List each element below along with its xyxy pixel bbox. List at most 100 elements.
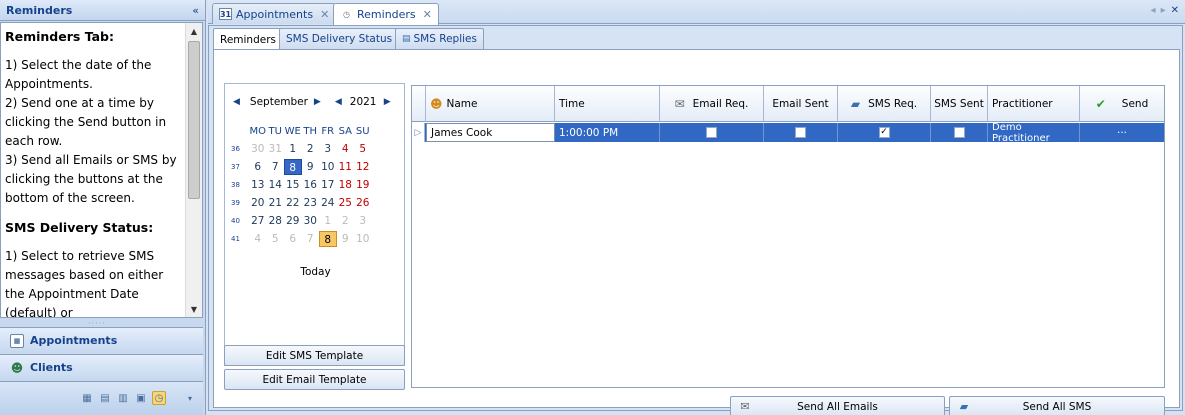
calendar-day[interactable]: 4	[249, 231, 267, 247]
cell-practitioner[interactable]: Demo Practitioner	[988, 122, 1080, 144]
calendar-day[interactable]: 30	[249, 141, 267, 157]
column-header-email-sent[interactable]: Email Sent	[764, 86, 838, 122]
cell-sms-req[interactable]: ✓	[838, 123, 931, 142]
calendar-day[interactable]: 6	[284, 231, 302, 247]
scroll-up-icon[interactable]: ▲	[186, 23, 202, 39]
page-icon[interactable]: ▤	[98, 391, 112, 405]
next-month-icon[interactable]: ▶	[314, 97, 321, 107]
calendar-day[interactable]: 4	[337, 141, 355, 157]
calendar-day[interactable]: 10	[354, 231, 372, 247]
calendar-day[interactable]: 20	[249, 195, 267, 211]
cell-name[interactable]: James Cook	[426, 123, 555, 142]
prev-month-icon[interactable]: ◀	[233, 97, 240, 107]
nav-clients-button[interactable]: ☻ Clients	[0, 354, 203, 380]
calendar-day[interactable]: 12	[354, 159, 372, 175]
calendar-day[interactable]: 7	[302, 231, 320, 247]
calendar-day[interactable]: 31	[267, 141, 285, 157]
person-icon: ☻	[430, 97, 443, 111]
scroll-right-icon[interactable]: ▸	[1161, 5, 1171, 16]
calendar-day-selected[interactable]: 8	[284, 159, 302, 175]
send-all-emails-button[interactable]: ✉ Send All Emails	[730, 396, 945, 415]
table-row[interactable]: ▷ James Cook 1:00:00 PM ✓ Demo Practitio…	[412, 122, 1164, 144]
calendar-day[interactable]: 2	[337, 213, 355, 229]
edit-sms-template-button[interactable]: Edit SMS Template	[224, 345, 405, 366]
schedule-icon[interactable]: ▣	[134, 391, 148, 405]
calendar-day[interactable]: 2	[302, 141, 320, 157]
main-area: 31 Appointments ✕ ◷ Reminders ✕ ◂▸✕ Remi…	[208, 0, 1185, 415]
help-scrollbar[interactable]: ▲ ▼	[185, 23, 202, 317]
calendar-day[interactable]: 29	[284, 213, 302, 229]
calendar-day[interactable]: 27	[249, 213, 267, 229]
close-icon[interactable]: ✕	[423, 8, 432, 21]
cell-time[interactable]: 1:00:00 PM	[555, 123, 660, 142]
calendar-day[interactable]: 11	[337, 159, 355, 175]
calendar-day[interactable]: 9	[337, 231, 355, 247]
cell-email-req[interactable]	[660, 123, 764, 142]
email-req-checkbox[interactable]	[706, 127, 717, 138]
send-all-sms-label: Send All SMS	[1022, 400, 1092, 413]
calendar-day[interactable]: 21	[267, 195, 285, 211]
tab-reminders-sub[interactable]: Reminders	[213, 28, 283, 50]
tab-appointments[interactable]: 31 Appointments ✕	[212, 3, 337, 24]
email-sent-checkbox[interactable]	[795, 127, 806, 138]
calendar-day[interactable]: 3	[354, 213, 372, 229]
column-header-email-req[interactable]: ✉ Email Req.	[660, 86, 764, 122]
calendar-day[interactable]: 13	[249, 177, 267, 193]
calendar-day[interactable]: 5	[267, 231, 285, 247]
next-year-icon[interactable]: ▶	[384, 97, 391, 107]
calendar-day[interactable]: 14	[267, 177, 285, 193]
tab-reminders[interactable]: ◷ Reminders ✕	[333, 3, 439, 25]
calendar-day[interactable]: 9	[302, 159, 320, 175]
calendar-day[interactable]: 26	[354, 195, 372, 211]
document-icon[interactable]: ▥	[116, 391, 130, 405]
calendar-day[interactable]: 5	[354, 141, 372, 157]
cell-sms-sent[interactable]	[931, 123, 988, 142]
calendar-day[interactable]: 19	[354, 177, 372, 193]
calendar-year: 2021	[349, 96, 377, 108]
send-row-button[interactable]: ···	[1080, 123, 1164, 142]
column-header-time[interactable]: Time	[555, 86, 660, 122]
scroll-left-icon[interactable]: ◂	[1151, 5, 1161, 16]
scroll-down-icon[interactable]: ▼	[186, 301, 202, 317]
close-icon[interactable]: ✕	[320, 8, 329, 21]
column-header-practitioner[interactable]: Practitioner	[988, 86, 1080, 122]
calendar-day[interactable]: 23	[302, 195, 320, 211]
collapse-pane-button[interactable]: «	[192, 4, 199, 17]
calendar-day[interactable]: 10	[319, 159, 337, 175]
column-header-sms-req[interactable]: ▰ SMS Req.	[838, 86, 931, 122]
sms-sent-checkbox[interactable]	[953, 127, 965, 138]
calendar-day[interactable]: 28	[267, 213, 285, 229]
reminder-icon[interactable]: ◷	[152, 391, 166, 405]
weekday-header: MO	[249, 125, 267, 137]
calendar-day[interactable]: 18	[337, 177, 355, 193]
edit-email-template-button[interactable]: Edit Email Template	[224, 369, 405, 390]
prev-year-icon[interactable]: ◀	[335, 97, 342, 107]
calendar-day[interactable]: 7	[267, 159, 285, 175]
tab-sms-delivery-status[interactable]: SMS Delivery Status	[279, 28, 400, 49]
column-header-name[interactable]: ☻ Name	[426, 86, 555, 122]
send-all-sms-button[interactable]: ▰ Send All SMS	[949, 396, 1165, 415]
calendar-day[interactable]: 16	[302, 177, 320, 193]
calendar-day[interactable]: 1	[319, 213, 337, 229]
calendar-day[interactable]: 17	[319, 177, 337, 193]
close-icon[interactable]: ✕	[1171, 5, 1179, 16]
column-header-sms-sent[interactable]: SMS Sent	[931, 86, 988, 122]
overflow-icon[interactable]: ▾	[183, 391, 197, 405]
calendar-day[interactable]: 3	[319, 141, 337, 157]
calendar-icon[interactable]: ▦	[80, 391, 94, 405]
sms-req-checkbox[interactable]: ✓	[878, 127, 890, 138]
calendar-day-today[interactable]: 8	[319, 231, 337, 247]
calendar-day[interactable]: 30	[302, 213, 320, 229]
column-header-send[interactable]: ✔ Send	[1080, 86, 1164, 122]
calendar-day[interactable]: 6	[249, 159, 267, 175]
calendar-day[interactable]: 25	[337, 195, 355, 211]
nav-appointments-button[interactable]: ▦ Appointments	[0, 327, 203, 353]
calendar-day[interactable]: 15	[284, 177, 302, 193]
scroll-thumb[interactable]	[188, 41, 200, 199]
calendar-day[interactable]: 1	[284, 141, 302, 157]
today-button[interactable]: Today	[225, 266, 406, 278]
calendar-day[interactable]: 22	[284, 195, 302, 211]
calendar-day[interactable]: 24	[319, 195, 337, 211]
tab-sms-replies[interactable]: ▤ SMS Replies	[395, 28, 484, 49]
cell-email-sent[interactable]	[764, 123, 838, 142]
